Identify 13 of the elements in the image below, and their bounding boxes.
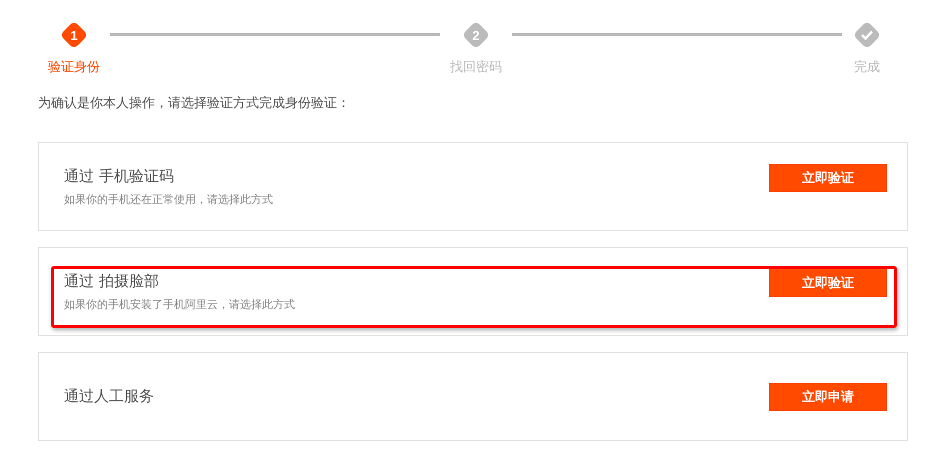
option-description: 如果你的手机安装了手机阿里云，请选择此方式: [64, 296, 296, 312]
instruction-text: 为确认是你本人操作，请选择验证方式完成身份验证：: [38, 96, 350, 111]
option-title: 通过人工服务: [64, 387, 155, 406]
option-description: 如果你的手机还在正常使用，请选择此方式: [64, 192, 274, 206]
step-label: 完成: [854, 59, 880, 76]
verify-button[interactable]: 立即申请: [769, 382, 887, 410]
verify-button[interactable]: 立即验证: [769, 268, 887, 296]
step-label: 找回密码: [450, 59, 502, 76]
check-icon: [861, 30, 873, 40]
step-label: 验证身份: [48, 59, 100, 76]
option-title: 通过 拍摄脸部: [64, 272, 160, 290]
verify-button[interactable]: 立即验证: [769, 164, 887, 192]
option-title: 通过 手机验证码: [64, 166, 175, 186]
